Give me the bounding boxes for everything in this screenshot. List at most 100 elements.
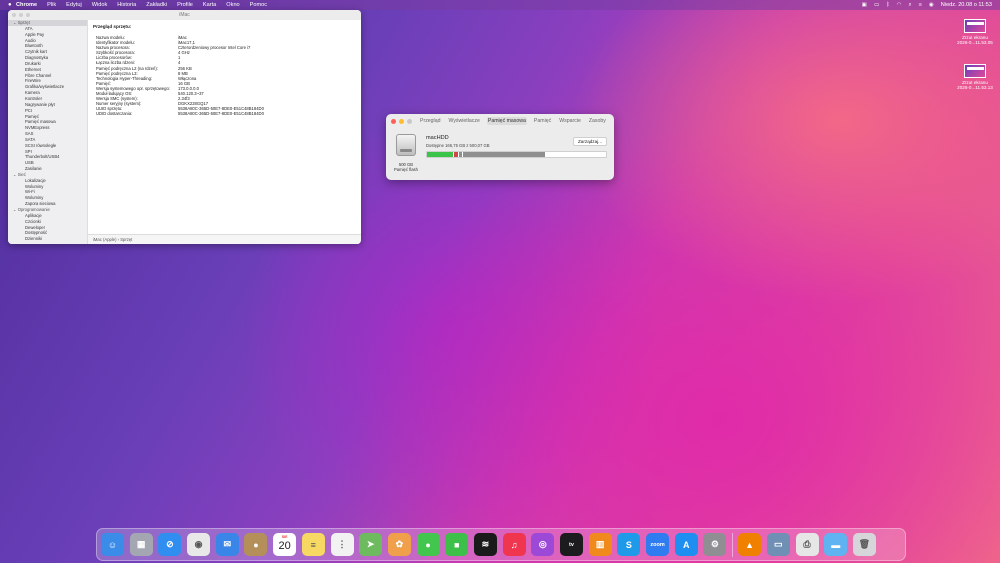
facetime-icon[interactable]: ■ [445,533,469,556]
minimize-icon[interactable] [399,119,404,124]
dock-glyph: ♫ [510,539,518,550]
desktop-file-screenshot-2[interactable]: Zrzut ekranu 2026-0...11.53.13 [950,64,1000,91]
desktop-file-screenshot-1[interactable]: Zrzut ekranu 2026-0...11.53.05 [950,19,1000,46]
dock-glyph: ⚙ [710,539,719,549]
messages-icon[interactable]: ● [416,533,440,556]
dock-glyph: S [625,539,632,550]
settings-icon[interactable]: ⚙ [703,533,727,556]
overview-key: UDID dostarczania: [96,111,133,117]
dock-glyph: ◎ [538,539,547,549]
dock: ☺ ▦ ⊘ ◉ ✉ ● SIE 20 ≡ ⋮ ➤ ✿ ● ■ ≋ ♫ ◎ tv ▥ Szoom A ⚙ ▲ ▭ ⎙ ▬ 🗑 [96,528,906,561]
window-controls [12,13,30,17]
calendar-month: SIE [281,535,288,539]
apple-menu-icon[interactable]: ● [8,2,16,8]
zoom-icon[interactable] [26,13,30,17]
zoom-icon[interactable]: zoom [646,533,670,556]
podcasts-icon[interactable]: ◎ [531,533,555,556]
status-icon[interactable]: ▣ [862,2,867,8]
vlc-icon[interactable]: ▲ [738,533,762,556]
search-icon[interactable]: ⌕ [908,2,911,9]
zoom-icon[interactable] [407,119,412,124]
overview-row: UDID dostarczania: 5538A80C-365D-50E7-8DE… [93,111,358,116]
dock-glyph: zoom [650,541,665,548]
menu-item-history[interactable]: Historia [117,2,136,8]
trash-icon[interactable]: 🗑 [852,533,876,556]
about-this-mac-window: Przegląd Wyświetlacze Pamięć masowa Pamięć W… [386,114,614,180]
tab-2[interactable]: Pamięć masowa [486,117,527,125]
sidebar-category-label: Sprzęt [17,20,30,25]
hard-drive-icon [396,134,416,156]
menu-item-file[interactable]: Plik [47,2,56,8]
calendar-day: 20 [278,540,291,552]
appletv-icon[interactable]: tv [560,533,583,556]
dock-glyph: ● [425,539,431,550]
dock-glyph: ◉ [194,539,203,549]
dock-separator [732,532,734,557]
close-icon[interactable] [12,13,16,17]
notes-icon[interactable]: ≡ [301,533,325,556]
menu-item-help[interactable]: Pomoc [250,2,267,8]
tab-0[interactable]: Przegląd [419,117,441,125]
window-controls [391,119,412,124]
wifi-icon[interactable]: ◠ [897,2,902,8]
menu-item-view[interactable]: Widok [92,2,108,8]
siri-icon[interactable]: ◉ [929,2,934,8]
calendar-icon[interactable]: SIE 20 [273,533,297,556]
close-icon[interactable] [391,119,396,124]
window-titlebar[interactable]: iMac [8,10,361,20]
dock-glyph: tv [569,541,574,548]
menu-app-name[interactable]: Chrome [16,2,37,8]
overview-value: 5538A80C-365D-50E7-8DE0-E51C48B184D0 [178,111,264,117]
finder-icon[interactable]: ☺ [101,533,124,556]
photos-icon[interactable]: ✿ [387,533,411,556]
appstore-icon[interactable]: A [674,533,698,556]
preview-icon[interactable]: ▭ [766,533,790,556]
sidebar-item[interactable]: Dzienniki [8,236,87,242]
tab-5[interactable]: Zasoby [588,117,607,125]
skype-icon[interactable]: S [617,533,641,556]
menu-item-profiles[interactable]: Profile [177,2,193,8]
safari-icon[interactable]: ⊘ [158,533,182,556]
downloads-folder-icon[interactable]: ▬ [824,533,848,556]
control-center-icon[interactable]: ≡ [919,2,922,8]
minimize-icon[interactable] [19,13,23,17]
screenshot-thumbnail-icon [964,19,986,33]
system-information-window: iMac ⌄ Sprzęt ATA Apple Pay Audio Bluetooth C… [8,10,361,244]
overview-heading: Przegląd sprzętu: [93,24,132,29]
menu-item-edit[interactable]: Edytuj [66,2,82,8]
dock-glyph: ✿ [395,539,404,549]
dock-glyph: ≋ [481,539,490,549]
path-bar: iMac (Apple) › Sprzęt [88,234,361,244]
music-icon[interactable]: ♫ [502,533,526,556]
menu-clock[interactable]: Niedz. 20.08 o 11:53 [941,2,992,8]
printer-icon[interactable]: ⎙ [795,533,819,556]
tab-1[interactable]: Wyświetlacze [447,117,480,125]
screenshot-thumbnail-icon [964,64,986,78]
menu-item-window[interactable]: Okno [226,2,239,8]
dock-glyph: ▥ [595,539,605,549]
contacts-icon[interactable]: ● [244,533,268,556]
hardware-overview: Przegląd sprzętu: Nazwa modelu: iMac Ident… [93,24,358,117]
books-icon[interactable]: ▥ [588,533,612,556]
drive-type: Pamięć flash [394,167,418,172]
file-label: Zrzut ekranu 2026-0...11.53.13 [957,80,993,91]
manage-button[interactable]: Zarządzaj... [573,137,607,146]
tab-3[interactable]: Pamięć [533,117,552,125]
chrome-icon[interactable]: ◉ [187,533,211,556]
menu-item-tab[interactable]: Karta [203,2,216,8]
tab-4[interactable]: Wsparcie [558,117,582,125]
battery-icon[interactable]: ▭ [874,2,879,8]
usage-segment [427,152,453,157]
menu-item-bookmarks[interactable]: Zakładki [146,2,167,8]
launchpad-icon[interactable]: ▦ [129,533,153,556]
dock-glyph: ■ [454,539,460,550]
dock-glyph: ⊘ [166,539,174,549]
dock-glyph: ≡ [310,539,316,550]
mail-icon[interactable]: ✉ [215,533,239,556]
bluetooth-icon[interactable]: ᛒ [886,2,889,8]
dock-glyph: ⋮ [337,539,347,549]
maps-icon[interactable]: ➤ [359,533,383,556]
sidebar: ⌄ Sprzęt ATA Apple Pay Audio Bluetooth Czytni… [8,20,88,244]
spotify-icon[interactable]: ≋ [473,533,497,556]
reminders-icon[interactable]: ⋮ [330,533,354,556]
